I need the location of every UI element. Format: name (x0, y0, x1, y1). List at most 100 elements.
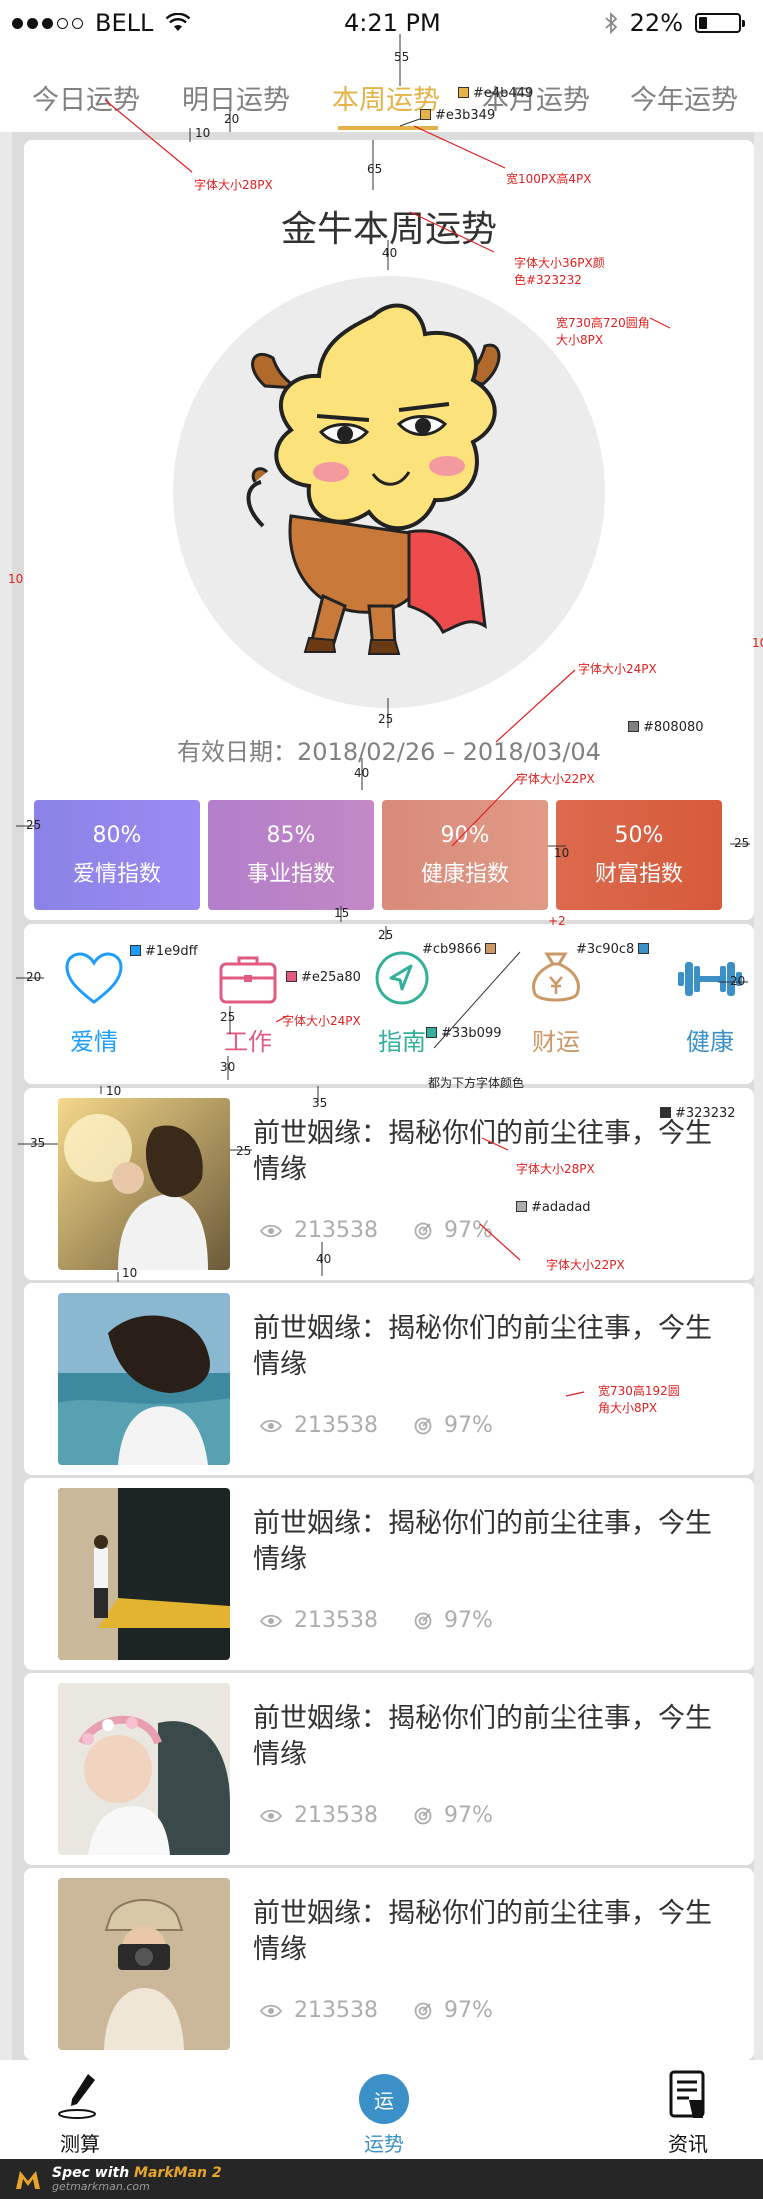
dim-label: 40 (382, 246, 398, 260)
dim-label: 10 (8, 572, 24, 586)
color-annotation: #e3b349 (420, 108, 495, 123)
battery-percent: 22% (629, 9, 683, 37)
category-love[interactable]: 爱情 (44, 950, 144, 1056)
color-annotation: #3c90c8 (576, 942, 653, 957)
nav-item-measure[interactable]: 测算 (35, 2070, 125, 2157)
article-card[interactable]: 前世姻缘：揭秘你们的前尘往事，今生情缘 213538 97% (24, 1088, 754, 1280)
color-annotation: #1e9dff (130, 944, 198, 959)
love-index-value: 80% (92, 822, 142, 848)
battery-icon (695, 13, 745, 33)
category-work[interactable]: 工作 (198, 950, 298, 1056)
article-rate: 97% (443, 1413, 493, 1438)
article-views: 213538 (294, 1608, 378, 1633)
eye-icon (260, 1614, 282, 1627)
article-title: 前世姻缘：揭秘你们的前尘往事，今生情缘 (253, 1118, 712, 1185)
pen-icon (58, 2074, 96, 2119)
career-index-card[interactable]: 85% 事业指数 (208, 800, 374, 910)
health-index-label: 健康指数 (420, 861, 509, 887)
spec-note: 字体大小22PX (546, 1258, 625, 1272)
heart-icon (65, 952, 123, 1004)
bluetooth-icon (605, 12, 617, 34)
article-card[interactable]: 前世姻缘：揭秘你们的前尘往事，今生情缘 213538 97% (24, 1283, 754, 1475)
health-index-card[interactable]: 90% 健康指数 (382, 800, 548, 910)
carrier-label: BELL (95, 9, 154, 37)
dim-label: 65 (367, 162, 383, 176)
article-title: 前世姻缘：揭秘你们的前尘往事，今生情缘 (253, 1313, 712, 1380)
article-thumbnail (58, 1878, 230, 2050)
dim-label: 10 (122, 1266, 138, 1280)
news-icon (669, 2070, 705, 2118)
dim-label: 35 (312, 1096, 328, 1110)
nav-label: 测算 (60, 2132, 100, 2156)
wealth-index-card[interactable]: 50% 财富指数 (556, 800, 722, 910)
taurus-mascot (173, 276, 605, 708)
color-annotation: #33b099 (426, 1026, 502, 1041)
article-views: 213538 (294, 1998, 378, 2023)
category-wealth[interactable]: 财运 (506, 950, 606, 1056)
article-thumbnail (58, 1293, 230, 1465)
category-health-label: 健康 (686, 1028, 734, 1056)
bull-illustration (246, 303, 501, 655)
dim-label: 35 (30, 1136, 46, 1150)
compass-icon (375, 951, 429, 1005)
validity-date: 有效日期：2018/02/26 – 2018/03/04 (177, 738, 601, 766)
spec-note: 字体大小36PX颜色#323232 (514, 256, 605, 287)
spec-note: 字体大小28PX (516, 1162, 595, 1176)
status-bar: BELL 4:21 PM 22% (0, 0, 763, 46)
bottom-nav: 测算 运 运势 资讯 (0, 2060, 763, 2159)
signal-icon (12, 17, 83, 29)
article-card[interactable]: 前世姻缘：揭秘你们的前尘往事，今生情缘 213538 97% (24, 1478, 754, 1670)
target-icon (414, 1222, 432, 1239)
article-thumbnail (58, 1098, 230, 1270)
dim-label: 20 (730, 974, 746, 988)
article-title: 前世姻缘：揭秘你们的前尘往事，今生情缘 (253, 1898, 712, 1965)
spec-note: 字体大小22PX (516, 772, 595, 786)
money-bag-icon (532, 952, 580, 1002)
article-card[interactable]: 前世姻缘：揭秘你们的前尘往事，今生情缘 213538 97% (24, 1673, 754, 1865)
tab-this-year[interactable]: 今年运势 (630, 78, 738, 117)
target-icon (414, 1417, 432, 1434)
article-rate: 97% (443, 1608, 493, 1633)
nav-item-news[interactable]: 资讯 (643, 2070, 733, 2157)
color-annotation: #adadad (516, 1200, 591, 1215)
love-index-card[interactable]: 80% 爱情指数 (34, 800, 200, 910)
category-love-label: 爱情 (70, 1028, 118, 1056)
tab-today[interactable]: 今日运势 (32, 78, 140, 117)
brand-product: MarkMan 2 (134, 2164, 222, 2181)
dim-label: 20 (26, 970, 42, 984)
dim-label: 10 (554, 846, 570, 860)
brand-url: getmarkman.com (52, 2179, 150, 2193)
article-thumbnail (58, 1488, 230, 1660)
eye-icon (260, 2004, 282, 2017)
article-card[interactable]: 前世姻缘：揭秘你们的前尘往事，今生情缘 213538 97% (24, 1868, 754, 2060)
dim-label: 25 (236, 1144, 252, 1158)
article-views: 213538 (294, 1218, 378, 1243)
brand-prefix: Spec with (52, 2164, 135, 2181)
article-title: 前世姻缘：揭秘你们的前尘往事，今生情缘 (253, 1508, 712, 1575)
dim-label: 25 (734, 836, 750, 850)
spec-note: 宽730高192圆角大小8PX (598, 1384, 680, 1415)
spec-note: 宽730高720圆角大小8PX (556, 316, 650, 347)
dim-label: 25 (378, 712, 394, 726)
wealth-index-value: 50% (614, 822, 664, 848)
nav-item-fortune[interactable]: 运 运势 (339, 2070, 429, 2157)
nav-label: 运势 (364, 2132, 404, 2156)
target-icon (414, 2002, 432, 2019)
dim-label: 25 (220, 1010, 236, 1024)
category-wealth-label: 财运 (532, 1028, 580, 1056)
clock: 4:21 PM (344, 9, 441, 37)
dim-label: 25 (26, 818, 42, 832)
wealth-index-label: 财富指数 (594, 861, 683, 887)
article-views: 213538 (294, 1803, 378, 1828)
article-rate: 97% (443, 1218, 493, 1243)
love-index-label: 爱情指数 (72, 861, 161, 887)
article-rate: 97% (443, 1998, 493, 2023)
fortune-nav-icon: 运 (359, 2074, 409, 2124)
article-title: 前世姻缘：揭秘你们的前尘往事，今生情缘 (253, 1703, 712, 1770)
article-views: 213538 (294, 1413, 378, 1438)
spec-note: 都为下方字体颜色 (428, 1076, 525, 1090)
active-tab-underline (338, 126, 438, 130)
category-guide[interactable]: 指南 (352, 950, 452, 1056)
target-icon (414, 1807, 432, 1824)
eye-icon (260, 1224, 282, 1237)
